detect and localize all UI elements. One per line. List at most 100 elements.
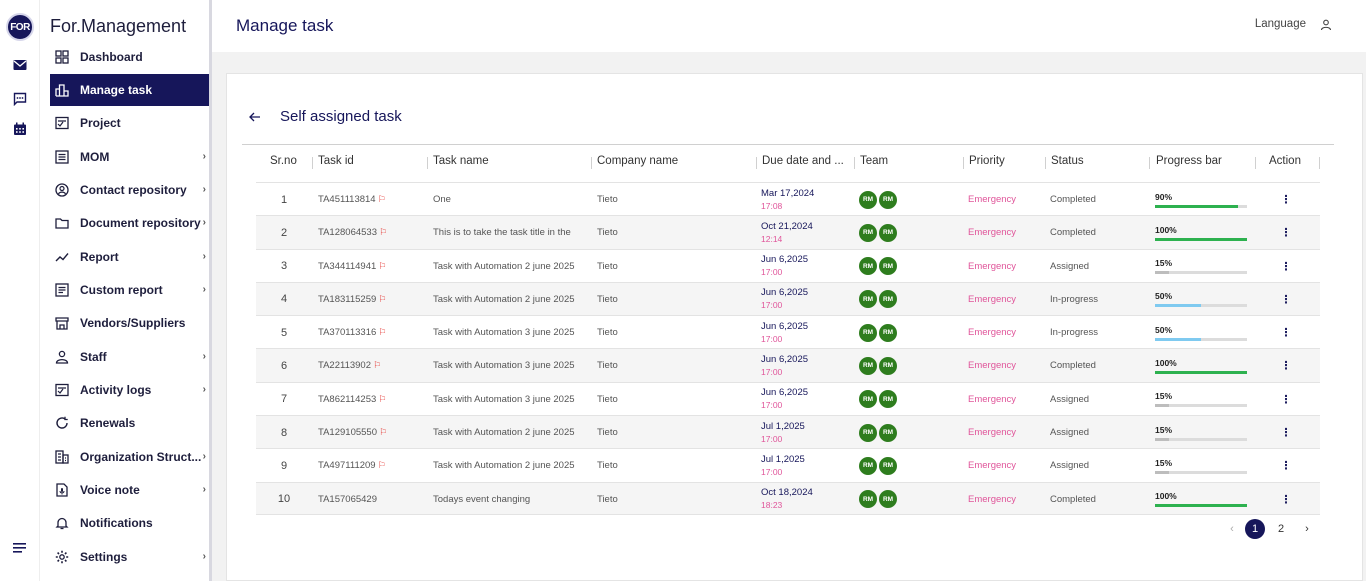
more-actions-icon[interactable]: ⋮ (1271, 483, 1301, 516)
language-selector[interactable]: Language (1255, 18, 1306, 30)
sidebar-item-dashboard[interactable]: Dashboard (50, 41, 209, 73)
mail-icon[interactable] (12, 57, 28, 73)
next-page-button[interactable]: › (1297, 519, 1317, 539)
table-row[interactable]: 3 TA344114941 ⚐ Task with Automation 2 june… (256, 248, 1320, 283)
sidebar-item-renewals[interactable]: Renewals (50, 407, 209, 439)
table-row[interactable]: 5 TA370113316 ⚐ Task with Automation 3 june… (256, 315, 1320, 348)
task-id[interactable]: TA129105550 (318, 427, 377, 438)
column-header-sr-no[interactable]: Sr.no (270, 155, 297, 171)
more-actions-icon[interactable]: ⋮ (1271, 316, 1301, 349)
menu-toggle-icon[interactable] (12, 540, 28, 556)
more-actions-icon[interactable]: ⋮ (1271, 383, 1301, 416)
team-avatar[interactable]: RM (879, 257, 897, 276)
sidebar-item-manage-task[interactable]: Manage task (50, 74, 209, 106)
task-id[interactable]: TA344114941 (318, 261, 376, 272)
more-actions-icon[interactable]: ⋮ (1271, 449, 1301, 482)
team-avatar[interactable]: RM (879, 423, 897, 442)
table-row[interactable]: 10 TA157065429 Todays event changing Tieto O… (256, 481, 1320, 516)
task-name[interactable]: Task with Automation 3 june 2025 (433, 383, 591, 416)
team-avatar[interactable]: RM (879, 190, 897, 209)
column-header-action[interactable]: Action (1269, 155, 1301, 171)
app-logo[interactable]: FOR (6, 13, 34, 41)
more-actions-icon[interactable]: ⋮ (1271, 183, 1301, 216)
team-avatar[interactable]: RM (859, 323, 877, 342)
column-header-progress-bar[interactable]: Progress bar (1156, 155, 1222, 171)
sidebar-item-notifications[interactable]: Notifications (50, 507, 209, 539)
more-actions-icon[interactable]: ⋮ (1271, 283, 1301, 316)
team-avatar[interactable]: RM (879, 323, 897, 342)
table-row[interactable]: 8 TA129105550 ⚐ Task with Automation 2 june… (256, 415, 1320, 449)
prev-page-button[interactable]: ‹ (1222, 519, 1242, 539)
team-avatar[interactable]: RM (879, 490, 897, 509)
column-header-team[interactable]: Team (860, 155, 888, 171)
more-actions-icon[interactable]: ⋮ (1271, 250, 1301, 283)
team-avatar[interactable]: RM (859, 390, 877, 409)
progress-bar (1155, 404, 1247, 408)
calendar-icon[interactable] (12, 121, 28, 137)
sidebar-item-voice-note[interactable]: Voice note › (50, 474, 209, 506)
task-name[interactable]: Task with Automation 2 june 2025 (433, 250, 591, 283)
task-name[interactable]: One (433, 183, 591, 216)
task-id[interactable]: TA451113814 (318, 194, 376, 205)
team-avatar[interactable]: RM (859, 290, 877, 309)
page-2-button[interactable]: 2 (1271, 519, 1291, 539)
sidebar-item-mom[interactable]: MOM › (50, 141, 209, 173)
team-avatar[interactable]: RM (879, 223, 897, 242)
task-name[interactable]: Task with Automation 2 june 2025 (433, 283, 591, 316)
team-avatar[interactable]: RM (879, 290, 897, 309)
page-1-button[interactable]: 1 (1245, 519, 1265, 539)
task-id[interactable]: TA497111209 (318, 460, 376, 471)
back-arrow-icon[interactable] (249, 109, 261, 125)
task-id[interactable]: TA862114253 (318, 394, 376, 405)
team-avatar[interactable]: RM (879, 356, 897, 375)
column-header-company-name[interactable]: Company name (597, 155, 678, 171)
team-avatar[interactable]: RM (879, 456, 897, 475)
table-row[interactable]: 2 TA128064533 ⚐ This is to take the task ti… (256, 215, 1320, 249)
column-header-task-id[interactable]: Task id (318, 155, 354, 171)
team-avatar[interactable]: RM (879, 390, 897, 409)
table-row[interactable]: 9 TA497111209 ⚐ Task with Automation 2 june… (256, 448, 1320, 481)
sidebar-item-report[interactable]: Report › (50, 241, 209, 273)
sidebar-item-project[interactable]: Project (50, 107, 209, 139)
task-id[interactable]: TA183115259 (318, 294, 376, 305)
team-avatar[interactable]: RM (859, 223, 877, 242)
sidebar-item-settings[interactable]: Settings › (50, 541, 209, 573)
table-row[interactable]: 6 TA22113902 ⚐ Task with Automation 3 june … (256, 348, 1320, 382)
serial-number: 3 (280, 260, 288, 273)
task-id[interactable]: TA370113316 (318, 327, 376, 338)
chat-icon[interactable] (12, 91, 28, 107)
sidebar-item-vendors-suppliers[interactable]: Vendors/Suppliers (50, 307, 209, 339)
task-name[interactable]: Task with Automation 2 june 2025 (433, 449, 591, 482)
more-actions-icon[interactable]: ⋮ (1271, 349, 1301, 382)
team-avatar[interactable]: RM (859, 456, 877, 475)
table-row[interactable]: 4 TA183115259 ⚐ Task with Automation 2 june… (256, 281, 1320, 316)
task-name[interactable]: Todays event changing (433, 483, 591, 516)
task-name[interactable]: Task with Automation 3 june 2025 (433, 316, 591, 349)
team-avatar[interactable]: RM (859, 257, 877, 276)
team-avatar[interactable]: RM (859, 356, 877, 375)
column-header-priority[interactable]: Priority (969, 155, 1005, 171)
team-avatar[interactable]: RM (859, 490, 877, 509)
column-header-due-date-and[interactable]: Due date and ... (762, 155, 844, 171)
column-header-task-name[interactable]: Task name (433, 155, 489, 171)
team-avatar[interactable]: RM (859, 423, 877, 442)
sidebar-item-organization-struct[interactable]: Organization Struct... › (50, 441, 209, 473)
task-id[interactable]: TA22113902 (318, 360, 371, 371)
task-name[interactable]: Task with Automation 2 june 2025 (433, 416, 591, 449)
sidebar-item-activity-logs[interactable]: Activity logs › (50, 374, 209, 406)
table-row[interactable]: 7 TA862114253 ⚐ Task with Automation 3 june… (256, 381, 1320, 416)
team-avatar[interactable]: RM (859, 190, 877, 209)
sidebar-item-contact-repository[interactable]: Contact repository › (50, 174, 209, 206)
task-name[interactable]: This is to take the task title in the (433, 216, 591, 249)
task-name[interactable]: Task with Automation 3 june 2025 (433, 349, 591, 382)
sidebar-item-document-repository[interactable]: Document repository › (50, 207, 209, 239)
user-icon[interactable] (1320, 18, 1334, 32)
task-id[interactable]: TA157065429 (318, 494, 377, 505)
task-id[interactable]: TA128064533 (318, 227, 377, 238)
table-row[interactable]: 1 TA451113814 ⚐ One Tieto Mar 17,2024 17:08 RM R… (256, 182, 1320, 215)
sidebar-item-custom-report[interactable]: Custom report › (50, 274, 209, 306)
sidebar-item-staff[interactable]: Staff › (50, 341, 209, 373)
column-header-status[interactable]: Status (1051, 155, 1084, 171)
more-actions-icon[interactable]: ⋮ (1271, 416, 1301, 449)
more-actions-icon[interactable]: ⋮ (1271, 216, 1301, 249)
